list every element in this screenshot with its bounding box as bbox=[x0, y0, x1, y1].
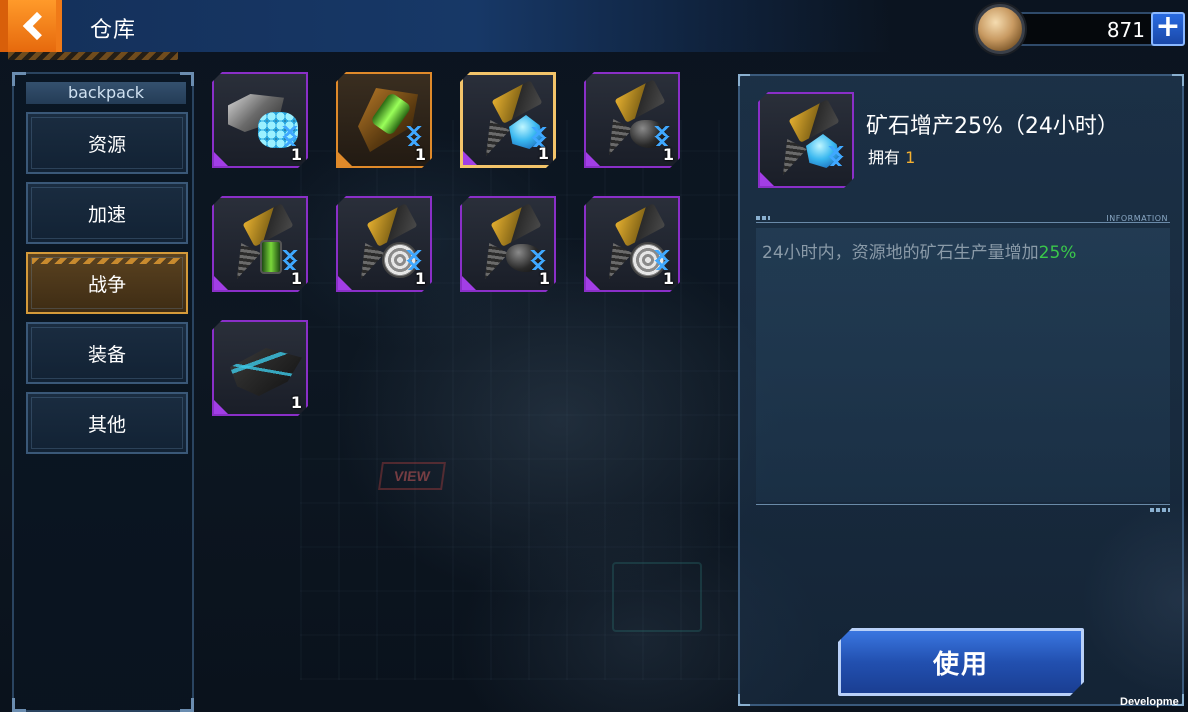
description-text: 24小时内，资源地的矿石生产量增加 bbox=[762, 243, 1039, 263]
item-slot[interactable]: 1 bbox=[336, 72, 432, 168]
owned-value: 1 bbox=[905, 148, 916, 167]
item-owned-count: 拥有 1 bbox=[868, 144, 915, 168]
back-button[interactable] bbox=[8, 0, 62, 52]
chevron-left-icon bbox=[22, 11, 52, 41]
category-label: 其他 bbox=[87, 413, 126, 436]
hammer-blue-crystal-icon bbox=[770, 102, 846, 180]
rarity-corner bbox=[338, 276, 352, 290]
item-slot[interactable]: 1 bbox=[584, 196, 680, 292]
category-equipment-button[interactable]: 装备 bbox=[26, 322, 188, 384]
currency-amount: 871 bbox=[1106, 18, 1145, 42]
background-landing-pad bbox=[612, 562, 702, 632]
currency-display: 871 + bbox=[975, 4, 1185, 54]
item-slot[interactable]: 1 bbox=[212, 320, 308, 416]
item-slot[interactable]: 1 bbox=[584, 72, 680, 168]
item-slot[interactable]: 1 bbox=[212, 196, 308, 292]
rarity-corner bbox=[214, 400, 228, 414]
orange-drill-icon bbox=[348, 82, 424, 160]
rarity-corner bbox=[214, 152, 228, 166]
hammer-black-ore-icon bbox=[472, 206, 548, 284]
category-label: 战争 bbox=[87, 273, 126, 296]
information-label: INFORMATION bbox=[1106, 214, 1168, 223]
item-quantity: 1 bbox=[414, 145, 426, 164]
hammer-green-canister-icon bbox=[224, 206, 300, 284]
category-label: 资源 bbox=[87, 133, 126, 156]
item-quantity: 1 bbox=[537, 144, 549, 163]
corner-decoration bbox=[738, 74, 750, 86]
category-other-button[interactable]: 其他 bbox=[26, 392, 188, 454]
corner-decoration bbox=[12, 72, 26, 86]
item-slot-selected[interactable]: 1 bbox=[460, 72, 556, 168]
category-label: 装备 bbox=[87, 343, 126, 366]
description-box: 24小时内，资源地的矿石生产量增加25% bbox=[756, 228, 1170, 502]
spaceship-icon bbox=[224, 330, 300, 408]
category-speedup-button[interactable]: 加速 bbox=[26, 182, 188, 244]
category-war-button[interactable]: 战争 bbox=[26, 252, 188, 314]
mech-with-blue-eggs-icon bbox=[224, 82, 300, 160]
rarity-corner bbox=[214, 276, 228, 290]
back-stripe bbox=[0, 0, 8, 52]
developer-watermark: Developme bbox=[1120, 696, 1179, 708]
item-detail-panel: 矿石增产25%（24小时） 拥有 1 INFORMATION 24小时内，资源地… bbox=[738, 74, 1184, 706]
rarity-corner bbox=[586, 276, 600, 290]
item-slot[interactable]: 1 bbox=[212, 72, 308, 168]
hazard-stripe-decoration bbox=[8, 52, 178, 60]
item-quantity: 1 bbox=[538, 269, 550, 288]
hammer-black-ore-icon bbox=[596, 82, 672, 160]
corner-decoration bbox=[1172, 74, 1184, 86]
item-name: 矿石增产25%（24小时） bbox=[866, 114, 1119, 139]
item-quantity: 1 bbox=[414, 269, 426, 288]
corner-decoration bbox=[738, 694, 750, 706]
page-title: 仓库 bbox=[90, 18, 137, 43]
item-quantity: 1 bbox=[662, 145, 674, 164]
hammer-silver-disc-icon bbox=[348, 206, 424, 284]
rarity-corner bbox=[760, 172, 774, 186]
info-divider-bottom bbox=[756, 504, 1170, 514]
description-highlight: 25% bbox=[1038, 243, 1077, 263]
corner-decoration bbox=[12, 698, 26, 712]
item-quantity: 1 bbox=[662, 269, 674, 288]
rarity-corner bbox=[463, 151, 477, 165]
background-view-sign: VIEW bbox=[378, 462, 446, 490]
item-slot[interactable]: 1 bbox=[460, 196, 556, 292]
item-description: 24小时内，资源地的矿石生产量增加25% bbox=[762, 238, 1076, 263]
rarity-corner bbox=[586, 152, 600, 166]
category-resources-button[interactable]: 资源 bbox=[26, 112, 188, 174]
owned-label: 拥有 bbox=[868, 148, 901, 167]
item-quantity: 1 bbox=[290, 145, 302, 164]
coin-icon bbox=[975, 4, 1025, 54]
item-quantity: 1 bbox=[290, 393, 302, 412]
add-currency-button[interactable]: + bbox=[1151, 12, 1185, 46]
corner-decoration bbox=[180, 698, 194, 712]
use-item-button[interactable]: 使用 bbox=[838, 628, 1084, 696]
rarity-corner bbox=[338, 152, 352, 166]
rarity-corner bbox=[462, 276, 476, 290]
backpack-heading: backpack bbox=[26, 82, 186, 104]
category-sidebar: backpack 资源 加速 战争 装备 其他 bbox=[12, 72, 194, 712]
detail-item-icon bbox=[758, 92, 854, 188]
category-label: 加速 bbox=[87, 203, 126, 226]
use-button-label: 使用 bbox=[932, 649, 989, 680]
hammer-silver-disc-icon bbox=[596, 206, 672, 284]
item-slot[interactable]: 1 bbox=[336, 196, 432, 292]
item-quantity: 1 bbox=[290, 269, 302, 288]
